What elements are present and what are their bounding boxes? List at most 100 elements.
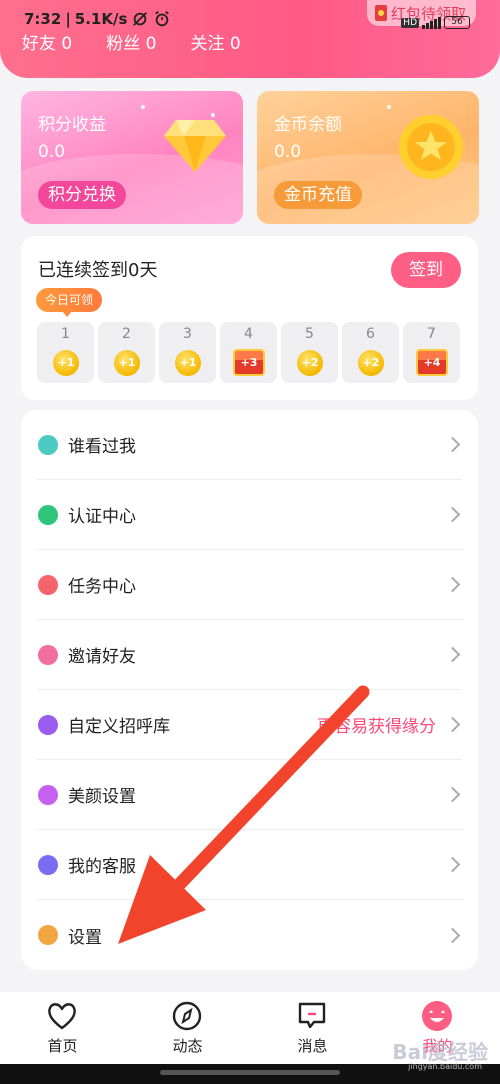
social-stats: 好友 0 粉丝 0 关注 0 — [22, 29, 241, 54]
status-bar: 7:32 | 5.1K/s — [24, 10, 171, 28]
signin-day-number: 7 — [427, 326, 436, 342]
coin-reward-icon: +1 — [53, 350, 79, 376]
gold-coin-icon — [399, 115, 463, 179]
chevron-right-icon — [444, 506, 461, 523]
profile-header: 7:32 | 5.1K/s 红包待领取 HD 56 好友 0 粉丝 0 关注 0 — [0, 0, 500, 78]
chat-heart-icon — [38, 714, 58, 735]
menu-item[interactable]: 设置 — [37, 900, 462, 970]
menu-item-hint: 更容易获得缘分 — [317, 717, 436, 737]
red-packet-icon — [374, 5, 387, 21]
signin-day: 6 +2 — [342, 322, 399, 383]
points-value: 0.0 — [38, 142, 66, 162]
menu-item-label: 认证中心 — [68, 507, 136, 527]
message-icon — [298, 1002, 326, 1029]
settings-menu: 谁看过我认证中心任务中心邀请好友自定义招呼库 更容易获得缘分美颜设置我的客服设置 — [21, 410, 478, 970]
follow-stat[interactable]: 关注 0 — [190, 29, 240, 54]
tab-messages-label: 消息 — [297, 1037, 328, 1055]
menu-item[interactable]: 任务中心 — [37, 550, 462, 620]
hd-icon: HD — [401, 17, 419, 28]
today-claimable-tip: 今日可领 — [36, 288, 103, 317]
signin-day: 7 +4 — [403, 322, 460, 383]
menu-item-label: 自定义招呼库 — [68, 717, 170, 737]
coins-value: 0.0 — [274, 142, 302, 162]
coins-title: 金币余额 — [274, 115, 342, 135]
coin-reward-icon: +2 — [297, 350, 323, 376]
watermark: Bai度经验 — [392, 1040, 488, 1064]
signin-button[interactable]: 签到 — [391, 252, 461, 288]
status-time: 7:32 — [24, 10, 62, 28]
tab-home[interactable]: 首页 — [0, 992, 125, 1064]
tab-home-label: 首页 — [47, 1037, 78, 1055]
signin-day-number: 5 — [305, 326, 314, 342]
menu-item-label: 任务中心 — [68, 577, 136, 597]
watermark-url: jingyan.baidu.com — [408, 1062, 482, 1071]
points-exchange-button[interactable]: 积分兑换 — [38, 181, 126, 209]
tab-moments[interactable]: 动态 — [125, 992, 250, 1064]
menu-item[interactable]: 美颜设置 — [37, 760, 462, 830]
alarm-icon — [155, 11, 170, 27]
menu-item-label: 谁看过我 — [68, 437, 136, 457]
menu-item[interactable]: 我的客服 — [37, 830, 462, 900]
menu-item[interactable]: 邀请好友 — [37, 620, 462, 690]
menu-item[interactable]: 自定义招呼库 更容易获得缘分 — [37, 690, 462, 760]
envelope-icon — [38, 644, 58, 665]
chevron-right-icon — [444, 646, 461, 663]
chevron-right-icon — [444, 856, 461, 873]
chevron-right-icon — [444, 436, 461, 453]
signin-day: 1 +1 — [37, 322, 94, 383]
menu-item-label: 设置 — [68, 927, 102, 948]
tab-messages[interactable]: 消息 — [250, 992, 375, 1064]
points-card[interactable]: 积分收益 0.0 积分兑换 — [21, 91, 243, 224]
signin-day: 4 +3 — [220, 322, 277, 383]
friends-stat[interactable]: 好友 0 — [22, 29, 72, 54]
eye-icon — [38, 434, 58, 455]
menu-item[interactable]: 谁看过我 — [37, 410, 462, 480]
coins-recharge-button[interactable]: 金币充值 — [274, 181, 362, 209]
sparkle — [141, 105, 145, 109]
signin-day-number: 2 — [122, 326, 131, 342]
coin-reward-icon: +2 — [358, 350, 384, 376]
sparkle — [387, 105, 391, 109]
diamond-task-icon — [38, 574, 58, 595]
treasure-chest-icon: +3 — [233, 349, 265, 376]
system-icons: HD 56 — [401, 16, 470, 29]
coin-reward-icon: +1 — [175, 350, 201, 376]
chevron-right-icon — [444, 927, 461, 943]
signin-panel: 已连续签到0天 签到 今日可领 1 +1 2 +1 3 +1 4 +3 5 +2 6 +2 7 +4 — [21, 236, 478, 400]
signin-days: 1 +1 2 +1 3 +1 4 +3 5 +2 6 +2 7 +4 — [37, 322, 460, 383]
signin-day: 3 +1 — [159, 322, 216, 383]
signin-day-number: 6 — [366, 326, 375, 342]
chevron-right-icon — [444, 716, 461, 733]
signin-day-number: 3 — [183, 326, 192, 342]
profile-emoji-icon — [422, 1001, 452, 1031]
points-title: 积分收益 — [38, 115, 106, 135]
heart-icon — [48, 1003, 76, 1030]
compass-icon — [172, 1001, 202, 1031]
signin-streak-title: 已连续签到0天 — [38, 260, 158, 281]
treasure-chest-icon: +4 — [416, 349, 448, 376]
fans-stat[interactable]: 粉丝 0 — [106, 29, 156, 54]
menu-item[interactable]: 认证中心 — [37, 480, 462, 550]
signin-day: 2 +1 — [98, 322, 155, 383]
signin-day: 5 +2 — [281, 322, 338, 383]
smile-icon — [38, 784, 58, 805]
shield-check-icon — [38, 504, 58, 525]
signin-day-number: 4 — [244, 326, 253, 342]
gear-hex-icon — [38, 925, 58, 945]
menu-item-label: 我的客服 — [68, 857, 136, 877]
diamond-icon — [164, 120, 226, 172]
coin-reward-icon: +1 — [114, 350, 140, 376]
signal-icon — [422, 16, 441, 29]
tab-moments-label: 动态 — [172, 1037, 203, 1055]
menu-item-label: 美颜设置 — [68, 787, 136, 807]
chevron-right-icon — [444, 576, 461, 593]
coins-card[interactable]: 金币余额 0.0 金币充值 — [257, 91, 479, 224]
sparkle — [211, 113, 215, 117]
dnd-off-icon — [133, 12, 148, 26]
headset-icon — [38, 854, 58, 875]
signin-day-number: 1 — [61, 326, 70, 342]
battery-icon: 56 — [444, 16, 470, 29]
menu-item-label: 邀请好友 — [68, 647, 136, 667]
home-indicator[interactable] — [160, 1070, 340, 1075]
chevron-right-icon — [444, 786, 461, 803]
